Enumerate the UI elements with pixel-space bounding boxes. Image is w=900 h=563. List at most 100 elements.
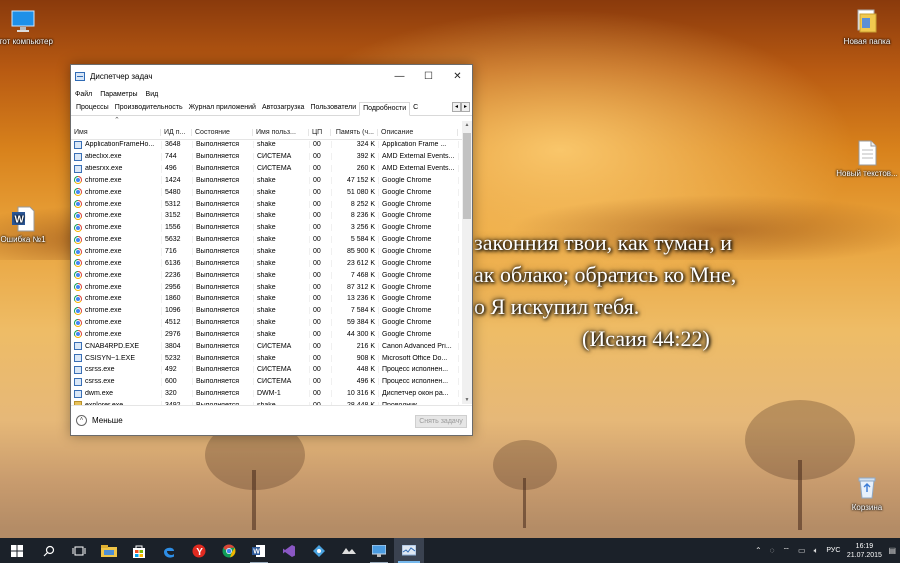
show-hidden-icons[interactable]: ⌃ [755, 546, 762, 555]
less-details-link[interactable]: Меньше [92, 416, 123, 425]
table-row[interactable]: chrome.exe 2976 Выполняется shake 00 44 300 K… [72, 329, 462, 341]
scrollbar-thumb[interactable] [463, 133, 471, 219]
column-pid[interactable]: ИД п... [161, 129, 192, 136]
table-row[interactable]: chrome.exe 716 Выполняется shake 00 85 900 KG… [72, 246, 462, 258]
table-row[interactable]: chrome.exe 5312 Выполняется shake 00 8 252 KG… [72, 198, 462, 210]
table-row[interactable]: atiesrxx.exe 496 Выполняется СИСТЕМА 00 260 K… [72, 163, 462, 175]
table-row[interactable]: chrome.exe 3152 Выполняется shake 00 8 236 KG… [72, 210, 462, 222]
taskbar-paint[interactable] [304, 538, 334, 563]
cell-user: shake [254, 259, 310, 267]
scroll-down-icon[interactable]: ▼ [462, 397, 472, 403]
task-view-button[interactable] [64, 538, 94, 563]
table-row[interactable]: chrome.exe 6136 Выполняется shake 00 23 612 K… [72, 257, 462, 269]
taskbar-file-explorer[interactable] [94, 538, 124, 563]
search-button[interactable] [34, 538, 64, 563]
tab-app-history[interactable]: Журнал приложений [186, 102, 259, 115]
taskbar-chrome[interactable] [214, 538, 244, 563]
volume-icon[interactable]: 🔈︎ [814, 546, 819, 556]
table-row[interactable]: dwm.exe 320 Выполняется DWM-1 00 10 316 K Дисп… [72, 388, 462, 400]
table-row[interactable]: CSISYN~1.EXE 5232 Выполняется shake 00 908 KM… [72, 352, 462, 364]
maximize-button[interactable]: ☐ [414, 65, 443, 87]
tab-services[interactable]: С [410, 102, 421, 115]
taskbar-edge[interactable] [154, 538, 184, 563]
table-row[interactable]: atieclxx.exe 744 Выполняется СИСТЕМА 00 392 K… [72, 151, 462, 163]
tab-startup[interactable]: Автозагрузка [259, 102, 307, 115]
tab-performance[interactable]: Производительность [112, 102, 186, 115]
table-row[interactable]: csrss.exe 600 Выполняется СИСТЕМА 00 496 K Про… [72, 376, 462, 388]
desktop-icon-new-folder[interactable]: Новая папка [836, 8, 898, 46]
table-row[interactable]: chrome.exe 5632 Выполняется shake 00 5 584 KG… [72, 234, 462, 246]
taskbar-visual-studio[interactable] [274, 538, 304, 563]
table-row[interactable]: csrss.exe 492 Выполняется СИСТЕМА 00 448 K Про… [72, 364, 462, 376]
tab-scroll-left-icon[interactable]: ◂ [452, 102, 461, 112]
cell-pid: 1096 [162, 307, 193, 315]
menu-options[interactable]: Параметры [100, 91, 137, 98]
title-bar[interactable]: Диспетчер задач — ☐ ✕ [71, 65, 472, 87]
cell-name: chrome.exe [72, 283, 162, 292]
table-row[interactable]: chrome.exe 1096 Выполняется shake 00 7 584 KG… [72, 305, 462, 317]
battery-icon[interactable]: ▭ [798, 546, 806, 555]
close-button[interactable]: ✕ [443, 65, 472, 87]
tab-details[interactable]: Подробности [359, 102, 411, 116]
taskbar-app[interactable] [334, 538, 364, 563]
column-name[interactable]: Имя [71, 129, 161, 136]
verse-line-1: законния твои, как туман, и [474, 230, 733, 255]
column-description[interactable]: Описание [378, 129, 458, 136]
language-indicator[interactable]: РУС [826, 547, 840, 554]
cell-status: Выполняется [193, 212, 254, 220]
desktop-icon-this-pc[interactable]: Этот компьютер [0, 8, 54, 46]
table-row[interactable]: chrome.exe 1424 Выполняется shake 00 47 152 K… [72, 175, 462, 187]
cell-user: shake [254, 236, 310, 244]
chrome-icon [74, 200, 82, 209]
desktop-icon-new-text[interactable]: Новый текстов... [836, 140, 898, 178]
menu-view[interactable]: Вид [146, 91, 159, 98]
table-row[interactable]: chrome.exe 2236 Выполняется shake 00 7 468 KG… [72, 269, 462, 281]
desktop-icon-recycle-bin[interactable]: Корзина [836, 474, 898, 512]
vertical-scrollbar[interactable]: ▲ ▼ [462, 121, 472, 404]
tab-scroll-right-icon[interactable]: ▸ [461, 102, 470, 112]
column-memory[interactable]: Память (ч... [331, 129, 378, 136]
wifi-icon[interactable]: ⌔ [783, 546, 791, 556]
cell-status: Выполняется [193, 200, 254, 208]
cell-status: Выполняется [193, 354, 254, 362]
taskbar-yandex[interactable]: Y [184, 538, 214, 563]
cell-cpu: 00 [310, 141, 332, 149]
cell-pid: 5232 [162, 354, 193, 362]
tab-processes[interactable]: Процессы [73, 102, 112, 115]
taskbar-task-manager[interactable] [394, 538, 424, 563]
process-name: chrome.exe [85, 212, 122, 220]
clock[interactable]: 16:19 21.07.2015 [844, 542, 884, 560]
cell-status: Выполняется [193, 390, 254, 398]
collapse-icon[interactable]: ˄ [76, 415, 87, 426]
end-task-button[interactable]: Снять задачу [415, 415, 467, 428]
file-explorer-icon [101, 544, 117, 557]
taskbar-word[interactable]: W [244, 538, 274, 563]
tab-users[interactable]: Пользователи [307, 102, 359, 115]
desktop-icon-word-doc[interactable]: W Ошибка №1 [0, 206, 54, 244]
chrome-icon [74, 318, 82, 327]
column-cpu[interactable]: ЦП [309, 129, 331, 136]
cell-desc: Google Chrome [379, 319, 459, 327]
table-row[interactable]: chrome.exe 2956 Выполняется shake 00 87 312 K… [72, 281, 462, 293]
column-user[interactable]: Имя польз... [253, 129, 309, 136]
table-row[interactable]: chrome.exe 1556 Выполняется shake 00 3 256 KG… [72, 222, 462, 234]
monitor-icon [10, 8, 36, 34]
menu-file[interactable]: Файл [75, 91, 92, 98]
column-status[interactable]: Состояние [192, 129, 253, 136]
cell-pid: 1556 [162, 224, 193, 232]
start-button[interactable] [0, 538, 34, 563]
cell-user: shake [254, 307, 310, 315]
taskbar-store[interactable] [124, 538, 154, 563]
minimize-button[interactable]: — [385, 65, 414, 87]
taskbar-desktop[interactable] [364, 538, 394, 563]
table-row[interactable]: chrome.exe 4512 Выполняется shake 00 59 384 K… [72, 317, 462, 329]
table-row[interactable]: chrome.exe 1860 Выполняется shake 00 13 236 K… [72, 293, 462, 305]
notifications-icon[interactable]: ▤ [888, 546, 896, 555]
table-row[interactable]: ApplicationFrameHo... 3648 Выполняется shak… [72, 139, 462, 151]
cell-status: Выполняется [193, 307, 254, 315]
table-row[interactable]: CNAB4RPD.EXE 3804 Выполняется СИСТЕМА 00 216 … [72, 340, 462, 352]
table-row[interactable]: chrome.exe 5480 Выполняется shake 00 51 080 K… [72, 186, 462, 198]
scroll-up-icon[interactable]: ▲ [462, 122, 472, 128]
cell-status: Выполняется [193, 248, 254, 256]
network-icon[interactable]: ◌ [770, 546, 775, 555]
